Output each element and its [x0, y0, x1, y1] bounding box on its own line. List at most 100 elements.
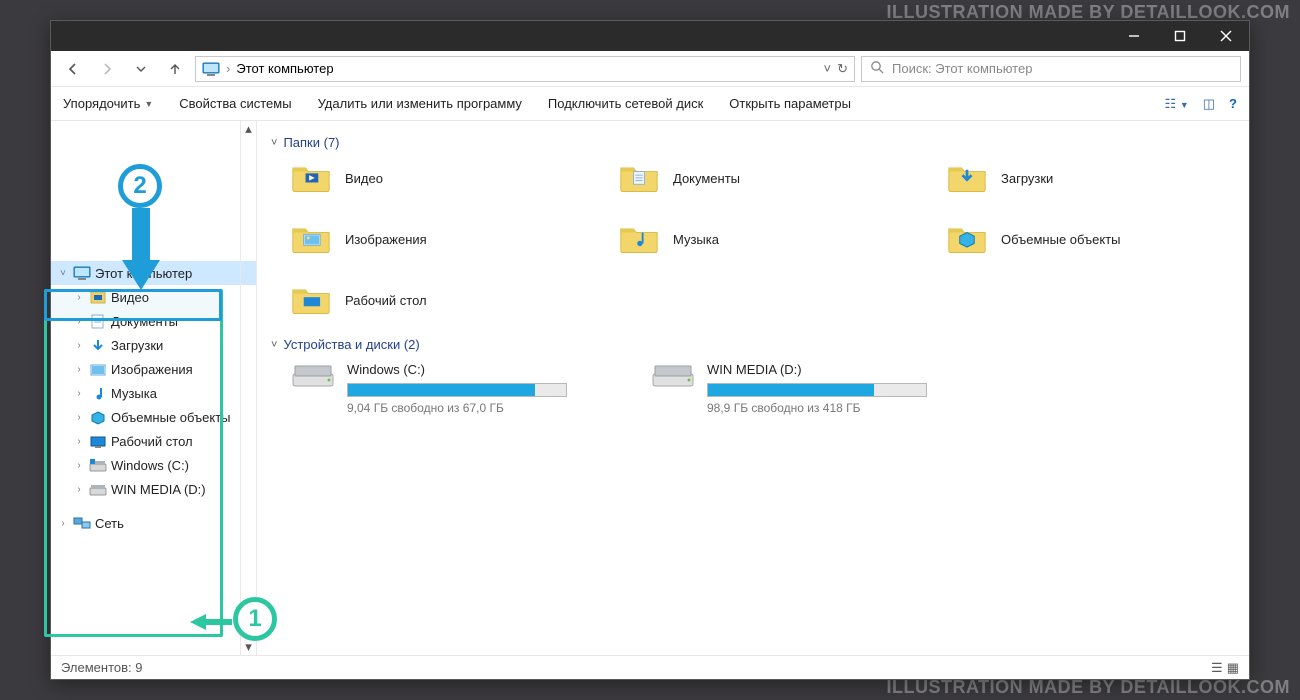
- breadcrumb-location: Этот компьютер: [236, 61, 333, 76]
- folder-label: Загрузки: [1001, 171, 1053, 186]
- drive-free-text: 9,04 ГБ свободно из 67,0 ГБ: [347, 401, 611, 415]
- item-icon: [89, 312, 107, 330]
- item-icon: [89, 480, 107, 498]
- tree-item-label: Документы: [111, 314, 178, 329]
- chevron-right-icon: ›: [226, 61, 230, 76]
- folder-label: Видео: [345, 171, 383, 186]
- open-settings-button[interactable]: Открыть параметры: [729, 96, 851, 111]
- folder-icon: [947, 221, 987, 258]
- folder-item[interactable]: Музыка: [619, 221, 919, 258]
- tree-item[interactable]: › Документы: [51, 309, 256, 333]
- folder-item[interactable]: Документы: [619, 160, 919, 197]
- network-icon: [73, 514, 91, 532]
- minimize-button[interactable]: [1111, 21, 1157, 51]
- expand-icon[interactable]: ˅: [57, 268, 69, 279]
- folder-label: Рабочий стол: [345, 293, 427, 308]
- annotation-badge-1: 1: [233, 597, 277, 641]
- expand-icon[interactable]: ›: [73, 292, 85, 303]
- tree-item-label: Рабочий стол: [111, 434, 193, 449]
- pc-icon: [202, 60, 220, 78]
- up-button[interactable]: [161, 55, 189, 83]
- group-header-folders[interactable]: ˅ Папки (7): [271, 135, 1235, 150]
- scrollbar[interactable]: ▴ ▾: [240, 121, 256, 655]
- capacity-bar: [347, 383, 567, 397]
- tree-item-label: Видео: [111, 290, 149, 305]
- watermark-bottom: ILLUSTRATION MADE BY DETAILLOOK.COM: [887, 677, 1290, 698]
- group-header-drives[interactable]: ˅ Устройства и диски (2): [271, 337, 1235, 352]
- content-pane: ˅ Папки (7) Видео Документы Загрузки Изобра…: [257, 121, 1249, 655]
- folder-label: Музыка: [673, 232, 719, 247]
- folder-item[interactable]: Рабочий стол: [291, 282, 591, 319]
- expand-icon[interactable]: ›: [73, 388, 85, 399]
- tree-item[interactable]: › Windows (C:): [51, 453, 256, 477]
- expand-icon[interactable]: ›: [73, 340, 85, 351]
- item-count: Элементов: 9: [61, 660, 142, 675]
- tree-item-label: Изображения: [111, 362, 193, 377]
- system-properties-button[interactable]: Свойства системы: [179, 96, 291, 111]
- folder-item[interactable]: Объемные объекты: [947, 221, 1247, 258]
- tree-item[interactable]: › WIN MEDIA (D:): [51, 477, 256, 501]
- scroll-down-icon[interactable]: ▾: [241, 639, 256, 655]
- pc-icon: [73, 264, 91, 282]
- tree-network[interactable]: › Сеть: [51, 511, 256, 535]
- chevron-down-icon[interactable]: ˅: [824, 61, 832, 76]
- folder-label: Объемные объекты: [1001, 232, 1121, 247]
- folder-icon: [291, 221, 331, 258]
- item-icon: [89, 360, 107, 378]
- expand-icon[interactable]: ›: [57, 518, 69, 529]
- item-icon: [89, 432, 107, 450]
- preview-pane-icon[interactable]: ◫: [1203, 96, 1215, 112]
- folder-item[interactable]: Загрузки: [947, 160, 1247, 197]
- tree-item[interactable]: › Изображения: [51, 357, 256, 381]
- view-options-icon[interactable]: ☷ ▼: [1165, 96, 1189, 112]
- tree-item-label: Windows (C:): [111, 458, 189, 473]
- expand-icon[interactable]: ›: [73, 436, 85, 447]
- drive-item[interactable]: WIN MEDIA (D:)98,9 ГБ свободно из 418 ГБ: [651, 362, 971, 415]
- annotation-badge-2: 2: [118, 164, 162, 208]
- item-icon: [89, 456, 107, 474]
- tree-item[interactable]: › Объемные объекты: [51, 405, 256, 429]
- search-box[interactable]: [861, 56, 1241, 82]
- expand-icon[interactable]: ›: [73, 460, 85, 471]
- tree-item[interactable]: › Рабочий стол: [51, 429, 256, 453]
- item-icon: [89, 384, 107, 402]
- map-network-drive-button[interactable]: Подключить сетевой диск: [548, 96, 703, 111]
- uninstall-program-button[interactable]: Удалить или изменить программу: [318, 96, 522, 111]
- help-icon[interactable]: ?: [1229, 96, 1237, 111]
- details-view-icon[interactable]: ☰: [1211, 660, 1223, 676]
- organize-menu[interactable]: Упорядочить ▼: [63, 96, 153, 111]
- expand-icon[interactable]: ›: [73, 484, 85, 495]
- tiles-view-icon[interactable]: ▦: [1227, 660, 1239, 676]
- maximize-button[interactable]: [1157, 21, 1203, 51]
- folder-icon: [291, 282, 331, 319]
- folder-icon: [947, 160, 987, 197]
- tree-item-label: Музыка: [111, 386, 157, 401]
- folder-label: Документы: [673, 171, 740, 186]
- tree-item-label: WIN MEDIA (D:): [111, 482, 206, 497]
- chevron-down-icon: ˅: [271, 339, 277, 351]
- address-bar: › Этот компьютер ˅ ↻: [51, 51, 1249, 87]
- close-button[interactable]: [1203, 21, 1249, 51]
- drive-icon: [291, 362, 335, 415]
- tree-item-label: Объемные объекты: [111, 410, 231, 425]
- forward-button[interactable]: [93, 55, 121, 83]
- expand-icon[interactable]: ›: [73, 316, 85, 327]
- folder-item[interactable]: Изображения: [291, 221, 591, 258]
- tree-item[interactable]: › Музыка: [51, 381, 256, 405]
- folder-icon: [291, 160, 331, 197]
- drive-item[interactable]: Windows (C:)9,04 ГБ свободно из 67,0 ГБ: [291, 362, 611, 415]
- annotation-arrow-2: [120, 208, 162, 290]
- scroll-up-icon[interactable]: ▴: [241, 121, 256, 137]
- breadcrumb[interactable]: › Этот компьютер ˅ ↻: [195, 56, 855, 82]
- tree-item[interactable]: ›Загрузки: [51, 333, 256, 357]
- back-button[interactable]: [59, 55, 87, 83]
- refresh-icon[interactable]: ↻: [837, 61, 848, 77]
- expand-icon[interactable]: ›: [73, 412, 85, 423]
- folder-label: Изображения: [345, 232, 427, 247]
- search-input[interactable]: [892, 61, 1232, 76]
- drive-icon: [651, 362, 695, 415]
- drive-free-text: 98,9 ГБ свободно из 418 ГБ: [707, 401, 971, 415]
- expand-icon[interactable]: ›: [73, 364, 85, 375]
- recent-dropdown[interactable]: [127, 55, 155, 83]
- folder-item[interactable]: Видео: [291, 160, 591, 197]
